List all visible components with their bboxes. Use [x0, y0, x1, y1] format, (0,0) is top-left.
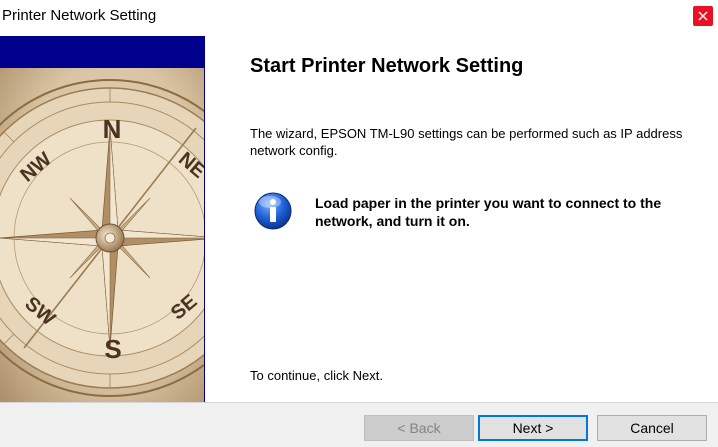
side-banner-border — [204, 36, 205, 402]
side-banner: N NE NW S SW SE — [0, 36, 205, 402]
cancel-button[interactable]: Cancel — [597, 415, 707, 441]
compass-letter-s: S — [104, 334, 121, 364]
page-heading: Start Printer Network Setting — [250, 55, 524, 77]
notice-text: Load paper in the printer you want to co… — [315, 195, 662, 229]
continue-hint: To continue, click Next. — [250, 368, 383, 383]
back-button[interactable]: < Back — [364, 415, 474, 441]
title-bar: Printer Network Setting — [0, 0, 718, 34]
window-title: Printer Network Setting — [2, 7, 157, 24]
next-button[interactable]: Next > — [478, 415, 588, 441]
compass-letter-n: N — [103, 114, 122, 144]
compass-image: N NE NW S SW SE — [0, 68, 204, 402]
side-banner-band — [0, 36, 204, 68]
close-button[interactable] — [693, 6, 713, 26]
info-icon — [254, 192, 292, 230]
button-bar: < Back Next > Cancel — [0, 402, 718, 447]
description-text: The wizard, EPSON TM-L90 settings can be… — [250, 126, 683, 158]
close-icon — [698, 11, 708, 21]
